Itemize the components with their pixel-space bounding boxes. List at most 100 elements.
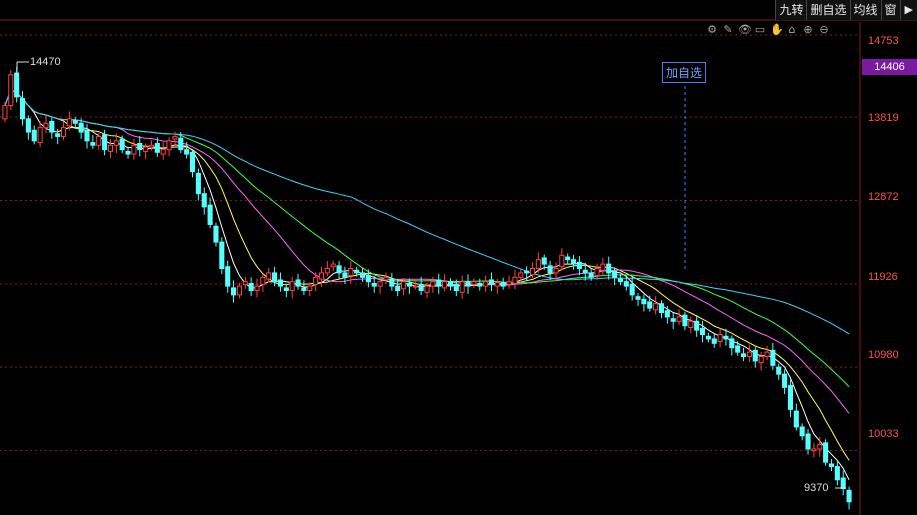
briefcase-icon[interactable]: ▭: [754, 23, 766, 37]
candle: [359, 272, 366, 278]
candle: [559, 254, 565, 268]
candle: [764, 351, 770, 358]
candle: [78, 122, 84, 133]
price-grid: [0, 34, 860, 451]
chart-tools: ⚙ ✎ 👁 ▭ ✋ ⌂ ⊕ ⊖: [706, 23, 830, 37]
candle: [641, 298, 647, 305]
candle: [307, 285, 313, 292]
candle: [25, 118, 31, 133]
candle: [723, 335, 729, 340]
candles: [2, 66, 852, 510]
candle: [746, 351, 752, 358]
candle: [14, 72, 20, 98]
candle: [189, 151, 196, 173]
gear-icon[interactable]: ⚙: [706, 23, 718, 37]
candle: [242, 281, 248, 285]
candle: [623, 281, 629, 287]
candle: [289, 281, 295, 292]
remove-watchlist-button[interactable]: 删自选: [806, 0, 850, 20]
nine-turn-button[interactable]: 九转: [775, 0, 807, 20]
candle: [518, 272, 524, 278]
high-price-label: 14470: [30, 56, 61, 68]
candle: [125, 150, 131, 155]
candle: [148, 144, 155, 148]
window-button[interactable]: 窗: [880, 0, 900, 20]
candle: [213, 225, 219, 243]
candle: [430, 281, 436, 287]
candle: [336, 265, 342, 274]
candle: [2, 105, 8, 120]
candle: [61, 127, 67, 137]
candle: [787, 385, 793, 410]
candle: [805, 433, 811, 450]
candle: [277, 279, 283, 287]
zoom-in-icon[interactable]: ⊕: [802, 23, 814, 37]
pen-icon[interactable]: ✎: [722, 23, 734, 37]
candle: [699, 327, 706, 336]
play-icon[interactable]: ▶: [899, 0, 917, 20]
candle: [541, 257, 547, 265]
candle: [664, 310, 670, 318]
y-tick-label: 14753: [868, 35, 899, 47]
candle: [606, 263, 612, 274]
candle: [741, 353, 747, 358]
moving-average-button[interactable]: 均线: [849, 0, 881, 20]
add-watchlist-button[interactable]: 加自选: [662, 62, 707, 83]
candle: [658, 303, 665, 314]
candle: [266, 272, 272, 280]
candle: [676, 316, 682, 322]
candle: [84, 129, 90, 142]
candle: [178, 137, 184, 151]
candle: [260, 276, 266, 285]
candle: [494, 282, 500, 287]
candle: [717, 334, 723, 343]
candle: [295, 279, 301, 287]
candle: [72, 120, 78, 124]
current-price-badge: 14406: [862, 59, 917, 75]
candle: [793, 410, 799, 428]
zoom-out-icon[interactable]: ⊖: [818, 23, 830, 37]
candle: [612, 270, 618, 278]
candle: [283, 287, 289, 292]
candle: [647, 301, 653, 309]
eye-icon[interactable]: 👁: [738, 23, 752, 37]
candle: [488, 279, 495, 285]
candle: [565, 256, 571, 261]
candle: [483, 281, 489, 287]
candle: [49, 120, 55, 133]
y-tick-label: 12872: [868, 191, 899, 203]
candle: [811, 448, 817, 452]
candle: [301, 287, 307, 292]
candle: [365, 275, 371, 283]
candle: [776, 366, 782, 375]
candle: [600, 263, 606, 271]
candle: [524, 270, 530, 274]
candle: [354, 269, 360, 274]
candle: [254, 285, 260, 292]
candle: [694, 320, 700, 331]
candle: [529, 268, 536, 276]
candle: [823, 442, 829, 463]
candle: [166, 140, 172, 151]
candle: [846, 489, 852, 503]
lock-icon[interactable]: ⌂: [786, 23, 798, 37]
candle: [184, 149, 190, 155]
hand-icon[interactable]: ✋: [770, 23, 784, 37]
candle: [571, 259, 577, 265]
candle: [55, 133, 61, 137]
candle: [395, 285, 401, 292]
candle: [342, 272, 348, 278]
candle: [102, 134, 108, 151]
candle: [371, 282, 377, 287]
candle: [447, 281, 453, 287]
candle: [201, 193, 207, 208]
candle: [782, 373, 788, 388]
candle: [107, 144, 114, 152]
candle: [324, 268, 330, 274]
candle: [453, 283, 459, 292]
candle: [406, 282, 412, 287]
candle: [535, 259, 541, 270]
candle: [711, 338, 717, 344]
kline-chart[interactable]: [0, 0, 917, 515]
candle: [758, 356, 764, 364]
